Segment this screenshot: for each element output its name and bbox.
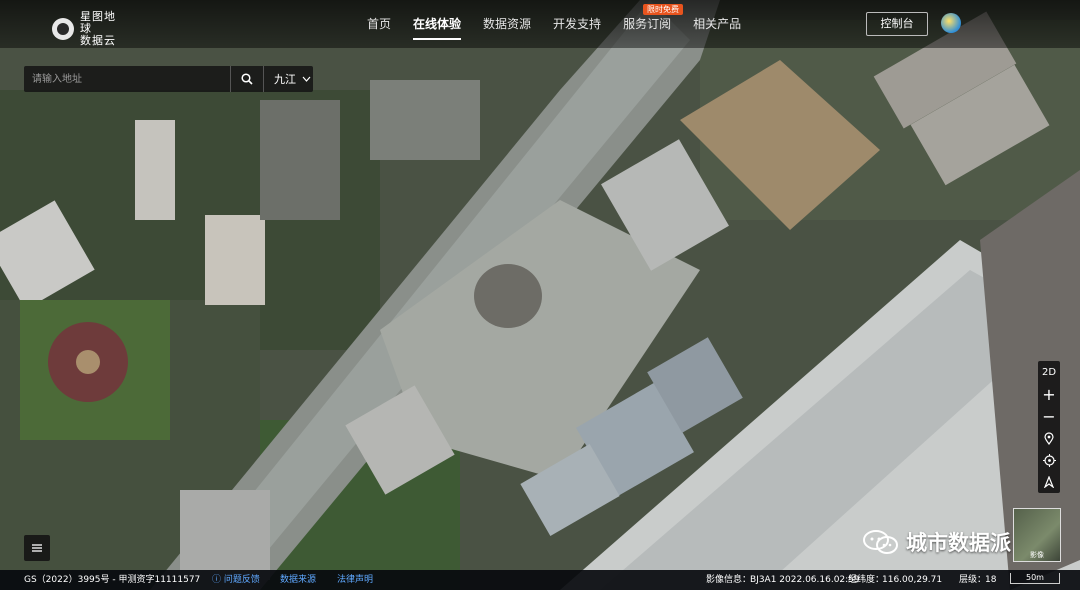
- scale-bar: 50m: [1010, 573, 1060, 584]
- search-button[interactable]: [230, 66, 264, 92]
- wechat-icon: [863, 530, 898, 554]
- level-value: 18: [985, 575, 997, 585]
- license-text: GS（2022）3995号 - 甲测资字11111577: [24, 575, 201, 585]
- compass-icon: [1043, 476, 1055, 488]
- watermark-text: 城市数据派: [906, 531, 1011, 555]
- coords-value: 116.00,29.71: [882, 575, 943, 585]
- zoom-out-button[interactable]: −: [1038, 405, 1060, 427]
- locate-me-button[interactable]: [1038, 449, 1060, 471]
- layer-switch[interactable]: 影像: [1013, 508, 1061, 562]
- data-source-link[interactable]: 数据来源: [280, 570, 316, 590]
- search-bar: 九江: [24, 66, 313, 92]
- search-icon: [241, 73, 253, 85]
- location-button[interactable]: [1038, 427, 1060, 449]
- map-controls: 2D + −: [1038, 361, 1060, 493]
- menu-toggle-button[interactable]: [24, 535, 50, 561]
- main-nav: 首页 在线体验 数据资源 开发支持 服务订阅 相关产品: [356, 0, 752, 48]
- chevron-down-icon: [302, 76, 311, 82]
- legal-link[interactable]: 法律声明: [337, 570, 373, 590]
- logo-line1: 星图地球: [80, 10, 116, 35]
- nav-related-products[interactable]: 相关产品: [682, 0, 752, 48]
- 2d-toggle-button[interactable]: 2D: [1038, 361, 1060, 383]
- logo-line2: 数据云: [80, 34, 116, 47]
- level-label: 层级：: [959, 575, 987, 585]
- logo[interactable]: 星图地球 数据云: [52, 11, 122, 47]
- console-button[interactable]: 控制台: [866, 12, 928, 36]
- logo-text: 星图地球 数据云: [80, 11, 122, 47]
- city-label: 九江: [274, 73, 296, 86]
- city-selector[interactable]: 九江: [264, 71, 313, 87]
- user-avatar[interactable]: [941, 13, 961, 33]
- nav-home[interactable]: 首页: [356, 0, 402, 48]
- top-navigation-bar: 星图地球 数据云 首页 在线体验 数据资源 开发支持 服务订阅 相关产品 限时免…: [0, 0, 1080, 48]
- menu-icon: [32, 544, 42, 552]
- free-badge: 限时免费: [643, 4, 683, 15]
- nav-data-resources[interactable]: 数据资源: [472, 0, 542, 48]
- location-pin-icon: [1044, 431, 1054, 445]
- image-info-label: 影像信息：: [706, 575, 752, 585]
- crosshair-icon: [1042, 453, 1056, 467]
- status-bar: GS（2022）3995号 - 甲测资字11111577 ⓘ 问题反馈 数据来源…: [0, 570, 1080, 590]
- zoom-in-button[interactable]: +: [1038, 383, 1060, 405]
- address-search-input[interactable]: [24, 66, 230, 92]
- image-info-value: BJ3A1 2022.06.16.02:59: [750, 575, 860, 585]
- layer-switch-label: 影像: [1030, 551, 1044, 559]
- logo-icon: [52, 18, 74, 40]
- coords-label: 经纬度：: [848, 575, 885, 585]
- compass-button[interactable]: [1038, 471, 1060, 493]
- feedback-label: 问题反馈: [223, 575, 260, 585]
- nav-online-demo[interactable]: 在线体验: [402, 0, 472, 48]
- feedback-link[interactable]: ⓘ 问题反馈: [212, 570, 260, 590]
- watermark: 城市数据派: [862, 527, 1011, 557]
- nav-dev-support[interactable]: 开发支持: [542, 0, 612, 48]
